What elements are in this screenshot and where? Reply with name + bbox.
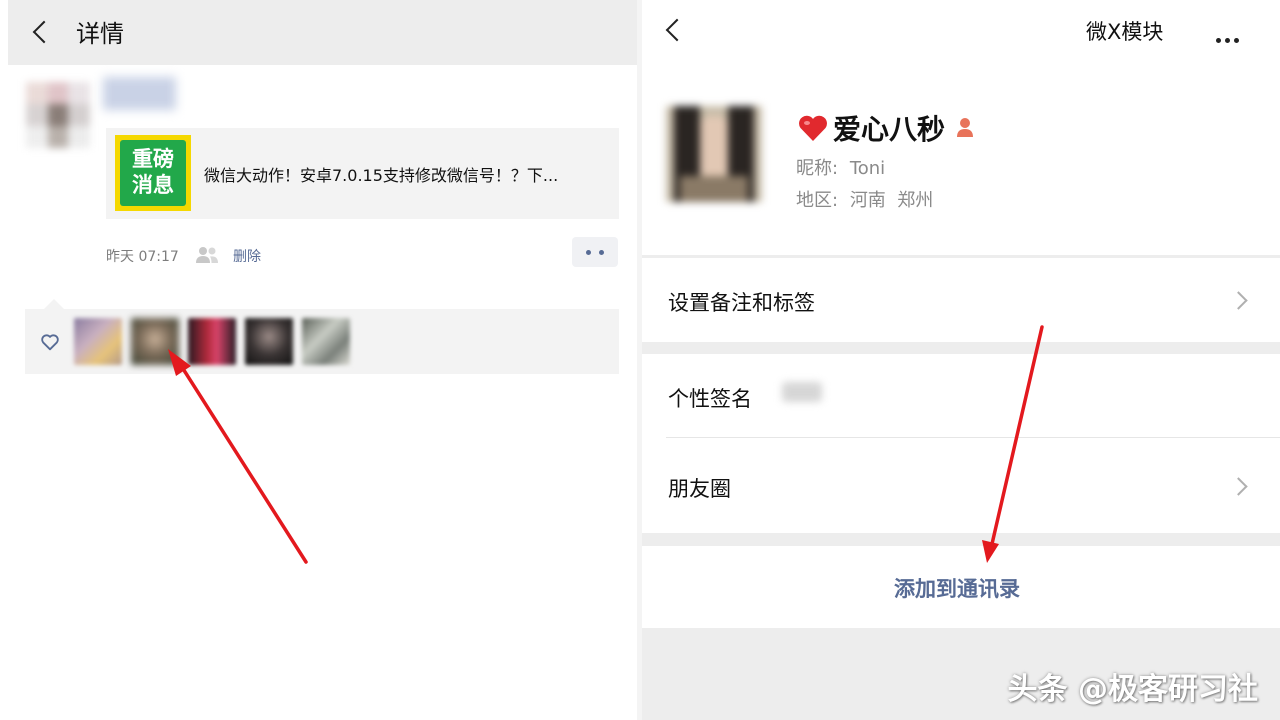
poster-avatar[interactable]	[26, 82, 90, 148]
profile-header: 微X模块 爱心八秒 昵称: Toni 地区: 河南 郑州	[642, 0, 1280, 255]
poster-name-blurred[interactable]	[103, 77, 176, 110]
delete-link[interactable]: 删除	[233, 246, 261, 266]
gender-badge-icon	[957, 118, 973, 137]
watermark-text: 头条 @极客研习社	[1007, 672, 1258, 707]
profile-avatar[interactable]	[666, 106, 762, 202]
signature-row: 个性签名	[642, 354, 1280, 438]
add-to-contacts-label: 添加到通讯录	[894, 577, 1020, 601]
more-actions-button[interactable]	[572, 237, 618, 267]
heart-icon	[41, 334, 59, 351]
link-title: 微信大动作！安卓7.0.15支持修改微信号！？下...	[204, 166, 559, 185]
region-value: 河南 郑州	[849, 190, 934, 211]
signature-value-blurred	[782, 382, 822, 402]
liker-avatar[interactable]	[302, 318, 350, 365]
thumbnail-text-line1: 重磅	[132, 147, 174, 171]
module-label[interactable]: 微X模块	[1086, 16, 1163, 46]
profile-name: 爱心八秒	[833, 113, 946, 146]
profile-panel: 微X模块 爱心八秒 昵称: Toni 地区: 河南 郑州 设置备注和标签 个性签…	[642, 0, 1280, 720]
more-icon[interactable]	[1216, 28, 1243, 47]
moments-detail-panel: 详情 重磅 消息 微信大动作！安卓7.0.15支持修改微信号！？下... 昨天 …	[0, 0, 640, 720]
chevron-right-icon	[1229, 291, 1248, 310]
shared-link-card[interactable]: 重磅 消息 微信大动作！安卓7.0.15支持修改微信号！？下...	[106, 128, 619, 219]
liker-avatar[interactable]	[131, 318, 179, 365]
post-time: 昨天 07:17	[106, 249, 179, 265]
nickname-row: 昵称: Toni	[796, 154, 885, 180]
link-thumbnail: 重磅 消息	[115, 135, 191, 211]
nickname-label: 昵称:	[796, 158, 839, 179]
liker-avatar[interactable]	[188, 318, 236, 365]
likes-pointer	[44, 299, 64, 309]
friends-visibility-icon	[196, 247, 218, 263]
back-icon[interactable]	[665, 18, 689, 42]
remarks-tags-row[interactable]: 设置备注和标签	[642, 258, 1280, 342]
moments-row[interactable]: 朋友圈	[642, 438, 1280, 533]
back-icon[interactable]	[32, 20, 56, 44]
remarks-tags-label: 设置备注和标签	[668, 291, 815, 315]
thumbnail-text-line2: 消息	[132, 173, 174, 197]
region-row: 地区: 河南 郑州	[796, 186, 933, 212]
liker-avatar[interactable]	[74, 318, 122, 365]
add-to-contacts-button[interactable]: 添加到通讯录	[642, 546, 1280, 628]
moments-label: 朋友圈	[668, 477, 731, 501]
likes-list	[25, 309, 619, 374]
chevron-right-icon	[1229, 477, 1248, 496]
page-title: 详情	[76, 20, 124, 48]
detail-header: 详情	[8, 0, 637, 65]
heart-emoji-icon	[799, 115, 827, 141]
nickname-value: Toni	[849, 158, 886, 179]
region-label: 地区:	[796, 190, 839, 211]
signature-label: 个性签名	[668, 387, 752, 411]
liker-avatar[interactable]	[245, 318, 293, 365]
